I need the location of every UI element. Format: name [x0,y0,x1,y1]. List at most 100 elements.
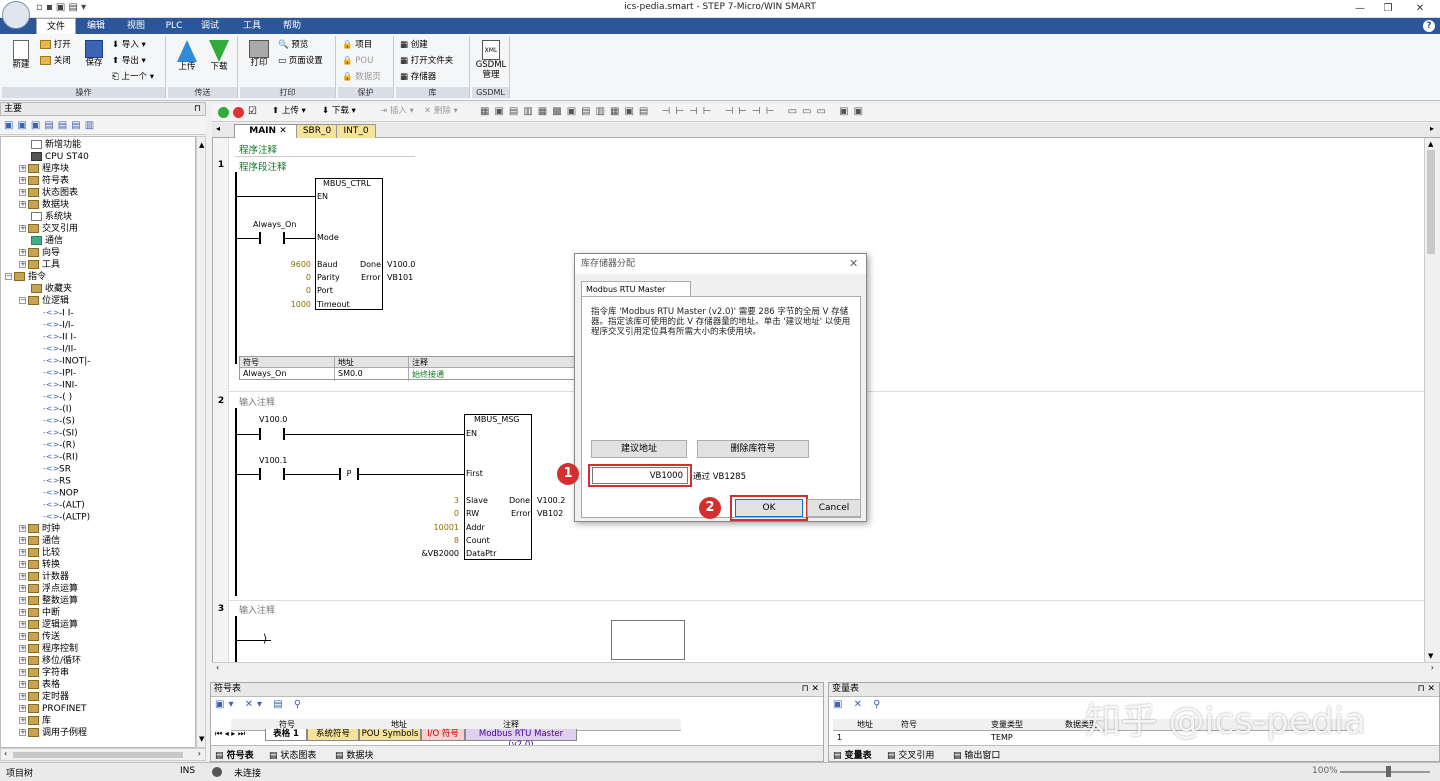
expand-icon[interactable]: + [19,633,26,640]
expand-icon[interactable]: + [19,657,26,664]
menu-plc[interactable]: PLC [158,18,190,34]
tree-item[interactable]: -<>-( ) [43,391,72,403]
menu-tools[interactable]: 工具 [234,18,270,34]
expand-icon[interactable]: + [19,201,26,208]
bottom-tab-data-block[interactable]: ▤ 数据块 [335,748,373,761]
compile-icon[interactable]: ☑ [248,106,257,117]
tree-item[interactable]: -<>-IPI- [43,367,76,379]
zoom-slider[interactable] [1340,771,1430,773]
timeout-value[interactable]: 1000 [287,300,311,309]
expand-icon[interactable]: + [19,249,26,256]
tree-item[interactable]: + PROFINET [19,703,87,715]
stop-icon[interactable] [233,107,244,118]
dataptr-value[interactable]: &VB2000 [409,549,459,558]
net3-empty-box[interactable] [611,620,685,660]
tree-item[interactable]: -<>-(I) [43,403,72,415]
var-row-vartype[interactable]: TEMP [991,733,1013,742]
import-button[interactable]: ⬇ 导入 ▾ [112,38,146,53]
expand-icon[interactable]: + [19,669,26,676]
previous-button[interactable]: ⎗ 上一个 ▾ [112,70,154,85]
dialog-tab[interactable]: Modbus RTU Master (v2.0) [581,281,691,309]
tree-item[interactable]: 新增功能 [31,139,81,151]
editor-download-button[interactable]: ⬇ 下载 ▾ [322,104,356,119]
insert-button[interactable]: ⇥ 插入 ▾ [380,104,414,119]
tree-item[interactable]: + 通信 [19,535,60,547]
tree-item[interactable]: + 逻辑运算 [19,619,78,631]
tree-horizontal-scrollbar[interactable]: ‹ › [0,748,206,761]
tree-item[interactable]: + 程序块 [19,163,69,175]
expand-icon[interactable]: + [19,165,26,172]
bottom-tab-output[interactable]: ▤ 输出窗口 [953,748,1000,761]
tree-item[interactable]: + 工具 [19,259,60,271]
tree-item[interactable]: -<>NOP [43,487,78,499]
symbol-pane-close-icon[interactable]: ⊓ ✕ [802,683,819,696]
run-icon[interactable] [218,107,229,118]
tab-io-symbols[interactable]: I/O 符号 [421,729,465,741]
tree-item[interactable]: + 时钟 [19,523,60,535]
tree-item[interactable]: -<>-(S) [43,415,75,427]
error2-out-value[interactable]: VB102 [537,509,563,518]
tree-item[interactable]: -<>-I/I- [43,319,74,331]
tree-item[interactable]: + 移位/循环 [19,655,81,667]
slave-value[interactable]: 3 [419,496,459,505]
sheet-nav-icons[interactable]: ⏮ ◂ ▸ ⏭ [215,729,245,739]
suggest-address-button[interactable]: 建议地址 [591,440,687,458]
expand-icon[interactable]: + [19,261,26,268]
expand-icon[interactable]: + [19,729,26,736]
tab-close-icon[interactable]: ✕ [279,126,287,136]
editor-scroll-thumb[interactable] [1427,150,1435,254]
expand-icon[interactable]: + [19,549,26,556]
expand-icon[interactable]: + [19,561,26,568]
memory-button[interactable]: ▦ 存储器 [400,70,436,85]
tree-item[interactable]: + 计数器 [19,571,69,583]
minimize-icon[interactable]: — [1346,0,1374,18]
tree-item[interactable]: CPU ST40 [31,151,89,163]
tab-modbus-rtu-master[interactable]: Modbus RTU Master (v2.0) [465,729,577,750]
menu-debug[interactable]: 调试 [192,18,228,34]
expand-icon[interactable]: + [19,537,26,544]
tree-toolbar-icons[interactable]: ▣▣▣▤▤▤▥ [4,120,98,131]
program-comment[interactable]: 程序注释 [239,142,277,156]
menu-edit[interactable]: 编辑 [78,18,114,34]
tree-item[interactable]: + 转换 [19,559,60,571]
zoom-slider-thumb[interactable] [1386,766,1391,777]
contact-v100-1[interactable] [259,468,285,480]
tab-main[interactable]: MAIN ✕ [234,124,302,138]
network-3-comment[interactable]: 输入注释 [239,603,275,616]
parity-value[interactable]: 0 [287,273,311,282]
dialog-close-icon[interactable]: ✕ [849,257,858,270]
download-button[interactable]: 下载 [204,40,234,72]
bottom-tab-symbol-table[interactable]: ▤ 符号表 [215,748,254,761]
tree-item[interactable]: + 库 [19,715,51,727]
page-setup-button[interactable]: ▭ 页面设置 [278,54,323,69]
open-folder-button[interactable]: ▦ 打开文件夹 [400,54,453,69]
tree-item[interactable]: + 符号表 [19,175,69,187]
tab-system-symbols[interactable]: 系统符号 [307,729,359,741]
tree-vertical-scrollbar[interactable]: ▲ ▼ [196,136,206,748]
editor-horizontal-scrollbar[interactable]: ‹ › [212,662,1440,676]
tree-item[interactable]: + 传送 [19,631,60,643]
expand-icon[interactable]: + [19,573,26,580]
tree-item[interactable]: + 定时器 [19,691,69,703]
collapse-icon[interactable]: − [19,297,26,304]
tree-item[interactable]: -<>-(RI) [43,451,78,463]
expand-icon[interactable]: + [19,609,26,616]
restore-icon[interactable]: ❐ [1374,0,1402,18]
tree-item[interactable]: -<>-(R) [43,439,76,451]
delete-button[interactable]: ✕ 删除 ▾ [424,104,458,119]
tree-item[interactable]: + 整数运算 [19,595,78,607]
error-out-value[interactable]: VB101 [387,273,413,282]
tree-item[interactable]: -<>-INOT|- [43,355,91,367]
tree-item[interactable]: + 状态图表 [19,187,78,199]
open-button[interactable]: 打开 [40,38,71,53]
close-icon[interactable]: ✕ [1406,0,1434,18]
tree-item[interactable]: + 中断 [19,607,60,619]
tree-item[interactable]: + 调用子例程 [19,727,87,739]
contact-always-on[interactable] [259,232,285,244]
variable-table-toolbar[interactable]: ▣ ✕ ⚲ [833,699,885,710]
print-button[interactable]: 打印 [244,40,274,68]
preview-button[interactable]: 🔍 预览 [278,38,308,53]
bottom-tab-variable-table[interactable]: ▤ 变量表 [833,748,872,761]
tree-item[interactable]: + 交叉引用 [19,223,78,235]
symbol-table-toolbar[interactable]: ▣▾ ✕▾ ▤ ⚲ [215,699,305,710]
